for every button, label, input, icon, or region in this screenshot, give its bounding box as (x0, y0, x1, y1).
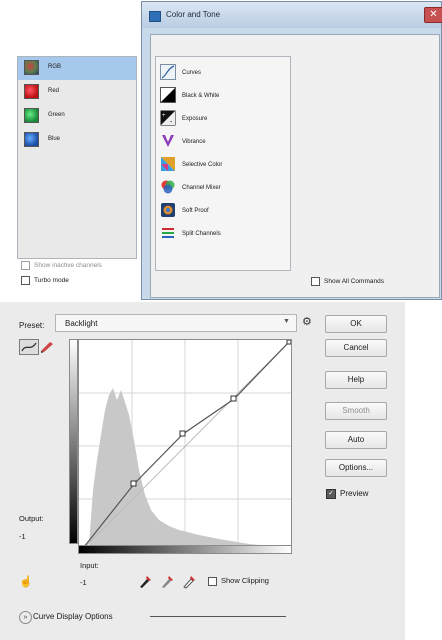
command-item-channel-mixer[interactable]: Channel Mixer (156, 177, 290, 200)
divider (150, 616, 286, 617)
command-item-curves[interactable]: Curves (156, 62, 290, 85)
smooth-button[interactable]: Smooth (325, 402, 387, 420)
preset-label: Preset: (19, 321, 45, 330)
command-label: Curves (182, 70, 202, 76)
target-adjust-icon[interactable]: ☝ (19, 575, 33, 588)
channel-item-red[interactable]: Red (18, 81, 136, 104)
channel-label: Green (48, 112, 65, 118)
split-channels-icon (162, 228, 174, 238)
curve-point (130, 480, 137, 487)
channel-label: Blue (48, 136, 61, 142)
curve-graph[interactable] (78, 339, 292, 554)
command-label: Exposure (182, 116, 208, 122)
window-title: Color and Tone (166, 10, 221, 19)
close-button[interactable]: ✕ (424, 7, 442, 23)
command-item-split-channels[interactable]: Split Channels (156, 223, 290, 246)
channel-list: RGB Red Green Blue (17, 56, 137, 259)
cancel-button[interactable]: Cancel (325, 339, 387, 357)
exposure-icon: +- (160, 110, 176, 126)
output-label: Output: (19, 514, 44, 523)
title-bar: Color and Tone ✕ (142, 2, 442, 28)
black-white-icon (160, 87, 176, 103)
pencil-tool-icon[interactable] (38, 339, 56, 353)
input-label: Input: (80, 561, 99, 570)
checkbox-box (21, 261, 30, 270)
channel-item-green[interactable]: Green (18, 105, 136, 128)
channel-item-blue[interactable]: Blue (18, 129, 136, 152)
gear-icon[interactable]: ⚙ (302, 315, 312, 328)
input-value: -1 (80, 578, 87, 587)
dropdown-arrow-icon: ▼ (283, 318, 290, 325)
auto-button[interactable]: Auto (325, 431, 387, 449)
output-value: -1 (19, 532, 26, 541)
command-label: Vibrance (182, 139, 206, 145)
rgb-thumbnail-icon (24, 60, 39, 75)
command-label: Selective Color (182, 162, 223, 168)
show-clipping-checkbox[interactable]: Show Clipping (208, 576, 269, 586)
command-label: Channel Mixer (182, 185, 221, 191)
preset-select[interactable]: Backlight ▼ (55, 314, 297, 332)
checkbox-box (21, 276, 30, 285)
turbo-mode-checkbox[interactable]: Turbo mode (21, 276, 69, 285)
channel-label: RGB (48, 64, 62, 70)
curve-endpoint (286, 340, 291, 345)
curve-point (179, 430, 186, 437)
input-gradient (78, 545, 292, 554)
black-eyedropper-icon[interactable] (138, 573, 152, 589)
preview-checkbox[interactable]: ✓ Preview (326, 489, 368, 499)
preset-value: Backlight (65, 319, 98, 328)
command-item-exposure[interactable]: + - Exposure (156, 108, 290, 131)
channel-mixer-icon (161, 180, 175, 194)
svg-text:+: + (162, 113, 166, 119)
red-thumbnail-icon (24, 84, 39, 99)
command-item-black-white[interactable]: Black & White (156, 85, 290, 108)
command-list: Curves Black & White + - Exposure Vibranc… (155, 56, 291, 271)
show-inactive-label: Show inactive channels (34, 262, 102, 270)
command-label: Split Channels (182, 231, 221, 237)
curve-point (230, 395, 237, 402)
command-item-selective-color[interactable]: Selective Color (156, 154, 290, 177)
command-label: Soft Proof (182, 208, 209, 214)
green-thumbnail-icon (24, 108, 39, 123)
help-button[interactable]: Help (325, 371, 387, 389)
white-eyedropper-icon[interactable] (182, 573, 196, 589)
show-all-commands-checkbox[interactable]: Show All Commands (311, 277, 384, 286)
checkbox-box (311, 277, 320, 286)
ok-button[interactable]: OK (325, 315, 387, 333)
vibrance-icon (162, 135, 174, 147)
options-button[interactable]: Options... (325, 459, 387, 477)
channel-item-rgb[interactable]: RGB (18, 57, 136, 80)
checkbox-box (208, 576, 217, 586)
turbo-mode-label: Turbo mode (34, 277, 69, 285)
output-gradient (69, 339, 78, 544)
channel-label: Red (48, 88, 60, 94)
selective-color-icon (161, 157, 175, 171)
show-inactive-checkbox[interactable]: Show inactive channels (21, 261, 102, 270)
close-icon: ✕ (429, 9, 438, 20)
preview-label: Preview (340, 489, 369, 499)
curves-icon (160, 64, 176, 80)
chevron-down-icon[interactable]: » (19, 611, 32, 624)
soft-proof-icon (161, 203, 175, 217)
curve-tool-icon[interactable] (19, 339, 39, 355)
show-clipping-label: Show Clipping (221, 576, 269, 585)
command-item-vibrance[interactable]: Vibrance (156, 131, 290, 154)
checkmark-icon: ✓ (326, 489, 336, 499)
show-all-commands-label: Show All Commands (324, 278, 384, 286)
app-icon (149, 11, 161, 22)
command-label: Black & White (182, 93, 220, 99)
command-item-soft-proof[interactable]: Soft Proof (156, 200, 290, 223)
gray-eyedropper-icon[interactable] (160, 573, 174, 589)
curve-display-options-toggle[interactable]: Curve Display Options (33, 612, 113, 621)
blue-thumbnail-icon (24, 132, 39, 147)
